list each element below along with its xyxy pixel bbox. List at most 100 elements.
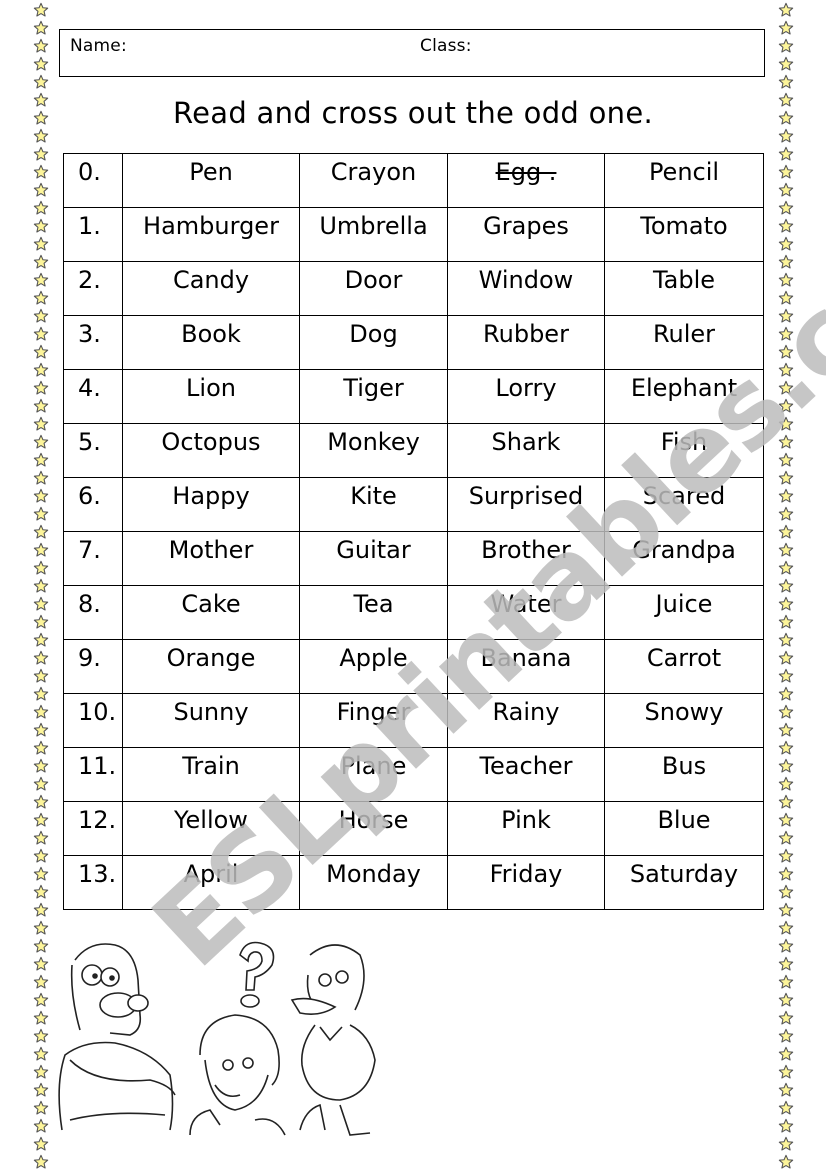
word-cell[interactable]: Apple	[299, 639, 448, 694]
word-cell[interactable]: Lorry	[447, 369, 605, 424]
word-cell[interactable]: April	[122, 855, 300, 910]
word-cell[interactable]: Cake	[122, 585, 300, 640]
word-cell[interactable]: Yellow	[122, 801, 300, 856]
word-cell[interactable]: Hamburger	[122, 207, 300, 262]
name-class-box: Name: Class:	[59, 29, 765, 77]
word-cell[interactable]: Scared	[604, 477, 764, 532]
word-cell[interactable]: Grandpa	[604, 531, 764, 586]
star-icon	[778, 56, 794, 72]
word-cell[interactable]: Train	[122, 747, 300, 802]
word-cell[interactable]: Guitar	[299, 531, 448, 586]
word-cell[interactable]: Plane	[299, 747, 448, 802]
word-cell[interactable]: Surprised	[447, 477, 605, 532]
star-icon	[778, 722, 794, 738]
star-icon	[778, 992, 794, 1008]
row-number: 0.	[63, 153, 123, 208]
word-cell[interactable]: Monday	[299, 855, 448, 910]
word-cell[interactable]: Friday	[447, 855, 605, 910]
star-icon	[778, 902, 794, 918]
word-cell[interactable]: Pencil	[604, 153, 764, 208]
word-cell[interactable]: Lion	[122, 369, 300, 424]
word-cell[interactable]: Crayon	[299, 153, 448, 208]
word-cell[interactable]: Snowy	[604, 693, 764, 748]
star-icon	[778, 650, 794, 666]
word-cell[interactable]: Ruler	[604, 315, 764, 370]
table-row: 12. Yellow Horse Pink Blue	[63, 801, 764, 856]
word-cell[interactable]: Pink	[447, 801, 605, 856]
word: Horse	[338, 806, 409, 834]
word-cell[interactable]: Candy	[122, 261, 300, 316]
word-cell[interactable]: Tiger	[299, 369, 448, 424]
star-icon	[33, 938, 49, 954]
word-cell[interactable]: Juice	[604, 585, 764, 640]
star-icon	[33, 560, 49, 576]
word-cell[interactable]: Happy	[122, 477, 300, 532]
word-cell[interactable]: Saturday	[604, 855, 764, 910]
word-cell[interactable]: Banana	[447, 639, 605, 694]
star-icon	[33, 542, 49, 558]
row-number: 3.	[63, 315, 123, 370]
word: Monkey	[327, 428, 420, 456]
star-icon	[33, 1046, 49, 1062]
star-icon	[33, 686, 49, 702]
word: Tomato	[640, 212, 728, 240]
word: Monday	[326, 860, 421, 888]
word-cell[interactable]: Kite	[299, 477, 448, 532]
word: Friday	[489, 860, 563, 888]
word-cell[interactable]: Rainy	[447, 693, 605, 748]
word: Cake	[181, 590, 241, 618]
word-cell[interactable]: Shark	[447, 423, 605, 478]
word-cell[interactable]: Door	[299, 261, 448, 316]
row-number: 4.	[63, 369, 123, 424]
word: Saturday	[629, 860, 739, 888]
word-cell[interactable]: Orange	[122, 639, 300, 694]
word-cell[interactable]: Table	[604, 261, 764, 316]
word-cell[interactable]: Grapes	[447, 207, 605, 262]
word-cell[interactable]: Horse	[299, 801, 448, 856]
word-cell[interactable]: Fish	[604, 423, 764, 478]
word-cell[interactable]: Carrot	[604, 639, 764, 694]
word-cell[interactable]: Tea	[299, 585, 448, 640]
word-cell[interactable]: Egg .	[447, 153, 605, 208]
word-cell[interactable]: Pen	[122, 153, 300, 208]
word-cell[interactable]: Elephant	[604, 369, 764, 424]
star-icon	[778, 668, 794, 684]
word-cell[interactable]: Sunny	[122, 693, 300, 748]
star-icon	[778, 614, 794, 630]
word: Surprised	[468, 482, 584, 510]
word-cell[interactable]: Rubber	[447, 315, 605, 370]
star-icon	[33, 974, 49, 990]
star-icon	[33, 668, 49, 684]
word-cell[interactable]: Dog	[299, 315, 448, 370]
row-number: 2.	[63, 261, 123, 316]
word-cell[interactable]: Octopus	[122, 423, 300, 478]
star-icon	[778, 362, 794, 378]
word-cell[interactable]: Bus	[604, 747, 764, 802]
word-cell[interactable]: Teacher	[447, 747, 605, 802]
star-icon	[778, 290, 794, 306]
word-cell[interactable]: Mother	[122, 531, 300, 586]
row-number: 5.	[63, 423, 123, 478]
word-cell[interactable]: Umbrella	[299, 207, 448, 262]
star-icon	[33, 1136, 49, 1152]
word: Banana	[480, 644, 572, 672]
word: Plane	[340, 752, 407, 780]
star-icon	[778, 128, 794, 144]
word-cell[interactable]: Finger	[299, 693, 448, 748]
word-cell[interactable]: Water	[447, 585, 605, 640]
word-cell[interactable]: Tomato	[604, 207, 764, 262]
word-cell[interactable]: Book	[122, 315, 300, 370]
word: Octopus	[161, 428, 261, 456]
table-row: 6. Happy Kite Surprised Scared	[63, 477, 764, 532]
star-icon	[778, 344, 794, 360]
star-icon	[778, 236, 794, 252]
star-icon	[778, 704, 794, 720]
word-cell[interactable]: Brother	[447, 531, 605, 586]
word-cell[interactable]: Window	[447, 261, 605, 316]
word-cell[interactable]: Blue	[604, 801, 764, 856]
word-cell[interactable]: Monkey	[299, 423, 448, 478]
star-icon	[778, 2, 794, 18]
row-number: 8.	[63, 585, 123, 640]
word: Pencil	[648, 158, 720, 186]
star-icon	[778, 254, 794, 270]
